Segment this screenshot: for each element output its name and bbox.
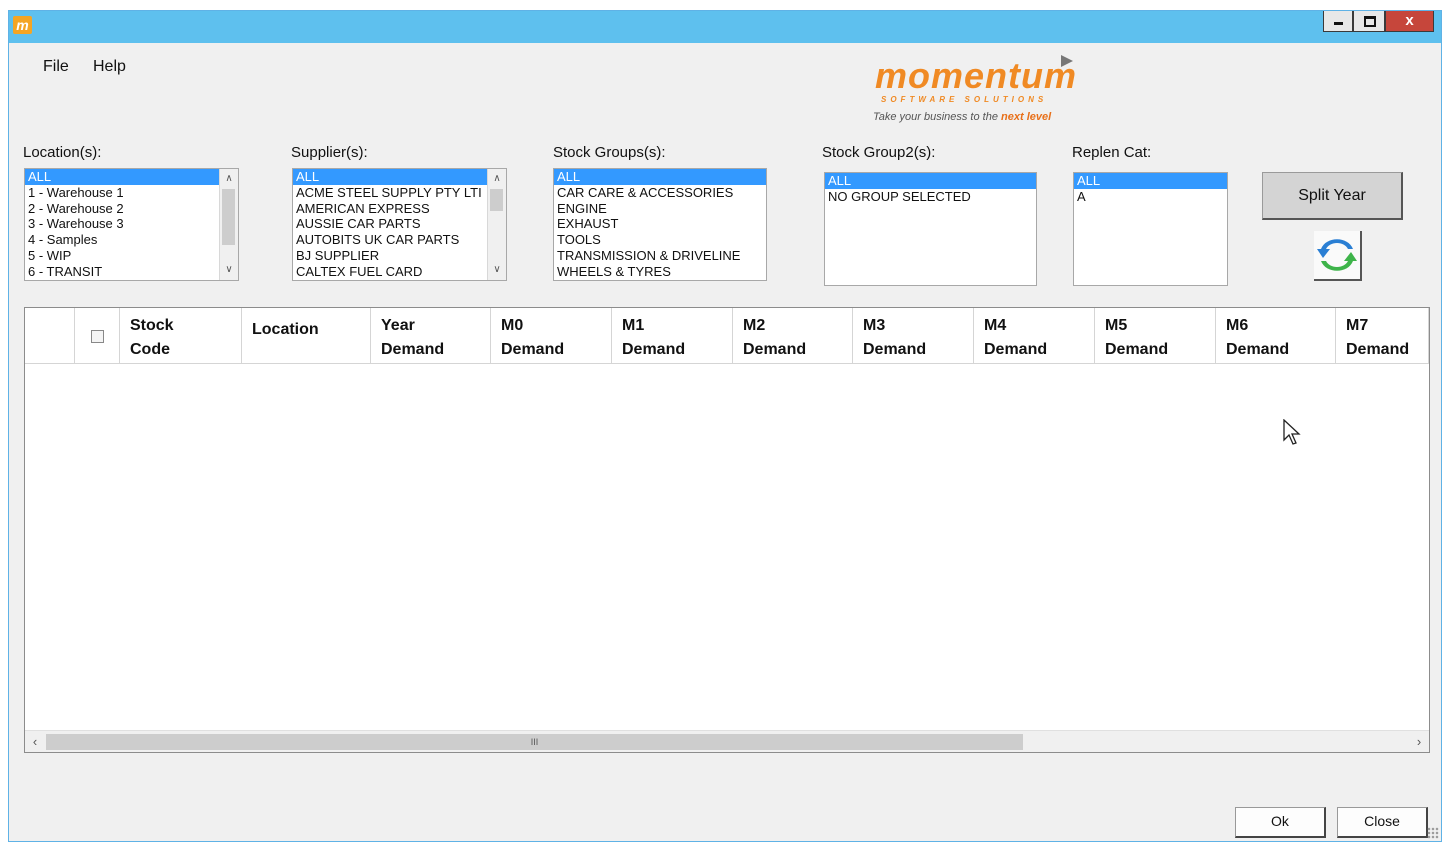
col-header-m5-demand[interactable]: M5 Demand (1095, 308, 1216, 364)
scroll-thumb[interactable]: III (46, 734, 1023, 750)
tagline-text: Take your business to the (873, 111, 1002, 123)
menu-help[interactable]: Help (93, 58, 126, 76)
tagline-highlight: next level (1001, 111, 1052, 123)
close-button[interactable]: Close (1337, 807, 1428, 838)
list-item[interactable]: 2 - Warehouse 2 (25, 201, 238, 217)
col-header-m1-demand[interactable]: M1 Demand (612, 308, 733, 364)
ok-button[interactable]: Ok (1235, 807, 1326, 838)
logo-tagline: Take your business to the next level (873, 111, 1051, 123)
list-item[interactable]: BJ SUPPLIER (293, 248, 506, 264)
col-header-m2-demand[interactable]: M2 Demand (733, 308, 853, 364)
minimize-button[interactable] (1323, 11, 1353, 32)
list-item[interactable]: ALL (25, 169, 238, 185)
list-item[interactable]: ACME STEEL SUPPLY PTY LTI (293, 185, 506, 201)
list-item[interactable]: CALTEX FUEL CARD (293, 264, 506, 280)
select-all-checkbox[interactable] (91, 330, 104, 343)
locations-scrollbar[interactable]: ∧ ∨ (219, 169, 238, 280)
suppliers-scrollbar[interactable]: ∧ ∨ (487, 169, 506, 280)
list-item[interactable]: 6 - TRANSIT (25, 264, 238, 280)
list-item[interactable]: 1 - Warehouse 1 (25, 185, 238, 201)
menu-file[interactable]: File (43, 58, 69, 76)
list-item[interactable]: NO GROUP SELECTED (825, 189, 1036, 205)
col-header-m6-demand[interactable]: M6 Demand (1216, 308, 1336, 364)
momentum-logo: momentum SOFTWARE SOLUTIONS Take your bu… (871, 51, 1081, 133)
grid-horizontal-scrollbar[interactable]: ‹ III › (25, 730, 1429, 752)
mouse-cursor-icon (1283, 419, 1301, 445)
title-bar[interactable]: m x (9, 11, 1441, 43)
list-item[interactable]: WHEELS & TYRES (554, 264, 766, 280)
demand-grid[interactable]: Stock Code Location Year Demand M0 Demand M… (24, 307, 1430, 753)
scroll-thumb[interactable] (490, 189, 503, 211)
suppliers-label: Supplier(s): (291, 144, 368, 161)
select-all-cell (75, 308, 120, 364)
scroll-right-icon[interactable]: › (1409, 731, 1429, 752)
app-window: m x File Help momentum SOFTWARE SOLUTION… (8, 10, 1442, 842)
list-item[interactable]: A (1074, 189, 1227, 205)
replen-cat-label: Replen Cat: (1072, 144, 1152, 161)
logo-subtitle: SOFTWARE SOLUTIONS (881, 95, 1048, 104)
scroll-left-icon[interactable]: ‹ (25, 731, 45, 752)
scroll-down-icon[interactable]: ∨ (488, 262, 506, 278)
list-item[interactable]: AUSSIE CAR PARTS (293, 216, 506, 232)
suppliers-listbox[interactable]: ALL ACME STEEL SUPPLY PTY LTI AMERICAN E… (292, 168, 507, 281)
stock-groups-label: Stock Groups(s): (553, 144, 666, 161)
scroll-down-icon[interactable]: ∨ (220, 262, 238, 278)
scroll-thumb[interactable] (222, 189, 235, 245)
list-item[interactable]: 3 - Warehouse 3 (25, 216, 238, 232)
refresh-button[interactable] (1314, 231, 1362, 281)
list-item[interactable]: CAR CARE & ACCESSORIES (554, 185, 766, 201)
list-item[interactable]: ALL (293, 169, 506, 185)
list-item[interactable]: AMERICAN EXPRESS (293, 201, 506, 217)
split-year-button[interactable]: Split Year (1262, 172, 1403, 220)
logo-wordmark: momentum (875, 55, 1078, 96)
col-header-location[interactable]: Location (242, 308, 371, 364)
row-header-cell (25, 308, 75, 364)
grid-header: Stock Code Location Year Demand M0 Demand M… (25, 308, 1429, 364)
list-item[interactable]: ENGINE (554, 201, 766, 217)
list-item[interactable]: 4 - Samples (25, 232, 238, 248)
list-item[interactable]: TOOLS (554, 232, 766, 248)
list-item[interactable]: AUTOBITS UK CAR PARTS (293, 232, 506, 248)
scroll-up-icon[interactable]: ∧ (220, 171, 238, 187)
logo-arrow-icon (1061, 55, 1073, 67)
list-item[interactable]: TRANSMISSION & DRIVELINE (554, 248, 766, 264)
locations-label: Location(s): (23, 144, 102, 161)
col-header-year-demand[interactable]: Year Demand (371, 308, 491, 364)
col-header-m3-demand[interactable]: M3 Demand (853, 308, 974, 364)
refresh-arrows-icon (1317, 239, 1357, 271)
scroll-up-icon[interactable]: ∧ (488, 171, 506, 187)
list-item[interactable]: ALL (825, 173, 1036, 189)
stock-groups-listbox[interactable]: ALL CAR CARE & ACCESSORIES ENGINE EXHAUS… (553, 168, 767, 281)
stock-group2-label: Stock Group2(s): (822, 144, 936, 161)
maximize-button[interactable] (1353, 11, 1385, 32)
col-header-m4-demand[interactable]: M4 Demand (974, 308, 1095, 364)
app-logo-icon[interactable]: m (13, 16, 32, 34)
close-window-button[interactable]: x (1385, 11, 1434, 32)
list-item[interactable]: ALL (554, 169, 766, 185)
replen-cat-listbox[interactable]: ALL A (1073, 172, 1228, 286)
list-item[interactable]: EXHAUST (554, 216, 766, 232)
col-header-m0-demand[interactable]: M0 Demand (491, 308, 612, 364)
col-header-stock-code[interactable]: Stock Code (120, 308, 242, 364)
col-header-m7-demand[interactable]: M7 Demand (1336, 308, 1429, 364)
locations-listbox[interactable]: ALL 1 - Warehouse 1 2 - Warehouse 2 3 - … (24, 168, 239, 281)
resize-grip-icon[interactable] (1427, 827, 1439, 839)
list-item[interactable]: 5 - WIP (25, 248, 238, 264)
list-item[interactable]: ALL (1074, 173, 1227, 189)
stock-group2-listbox[interactable]: ALL NO GROUP SELECTED (824, 172, 1037, 286)
